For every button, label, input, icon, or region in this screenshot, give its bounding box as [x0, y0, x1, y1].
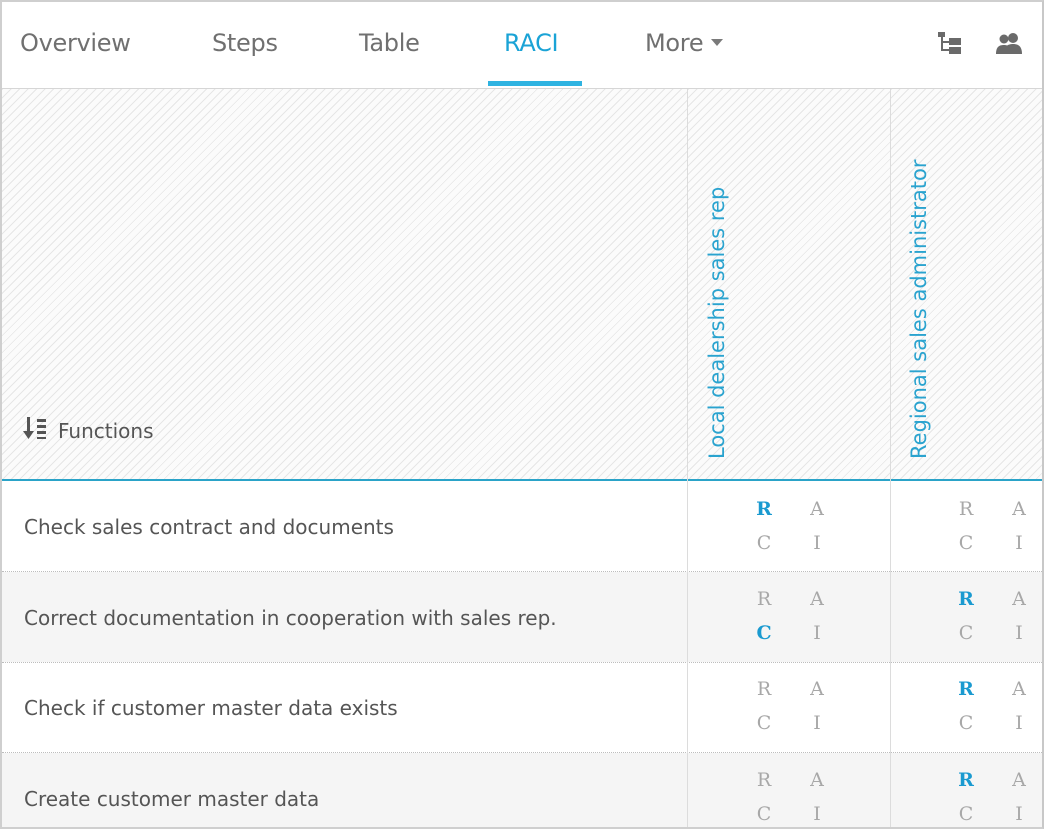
- raci-letter-i[interactable]: I: [1009, 622, 1029, 644]
- table-row[interactable]: Check sales contract and documents: [2, 481, 1042, 571]
- table-row[interactable]: Check if customer master data exists: [2, 663, 1042, 753]
- raci-letter-r[interactable]: R: [754, 588, 774, 610]
- function-label: Check sales contract and documents: [24, 515, 394, 539]
- raci-panel: Overview Steps Table RACI More Functions…: [0, 0, 1044, 829]
- raci-letter-c[interactable]: C: [956, 803, 976, 825]
- raci-letter-a[interactable]: A: [1009, 769, 1029, 791]
- function-label: Correct documentation in cooperation wit…: [24, 606, 557, 630]
- chevron-down-icon: [711, 38, 724, 46]
- raci-letter-i[interactable]: I: [807, 622, 827, 644]
- tab-overview[interactable]: Overview: [20, 28, 131, 58]
- raci-letter-r[interactable]: R: [956, 678, 976, 700]
- raci-letter-i[interactable]: I: [1009, 532, 1029, 554]
- raci-letter-c[interactable]: C: [754, 803, 774, 825]
- hierarchy-icon[interactable]: [937, 30, 963, 56]
- raci-letter-c[interactable]: C: [754, 532, 774, 554]
- raci-letter-a[interactable]: A: [807, 678, 827, 700]
- raci-letter-r[interactable]: R: [754, 498, 774, 520]
- role-header-regional-admin[interactable]: Regional sales administrator: [907, 160, 931, 459]
- function-label: Create customer master data: [24, 787, 320, 811]
- active-tab-indicator: [488, 81, 582, 86]
- raci-letter-i[interactable]: I: [1009, 803, 1029, 825]
- raci-letter-a[interactable]: A: [807, 769, 827, 791]
- raci-letter-i[interactable]: I: [807, 803, 827, 825]
- role-header-local-sales-rep[interactable]: Local dealership sales rep: [705, 187, 729, 459]
- functions-sort-header[interactable]: Functions: [22, 415, 154, 446]
- raci-letter-a[interactable]: A: [807, 588, 827, 610]
- raci-letter-a[interactable]: A: [807, 498, 827, 520]
- raci-letter-c[interactable]: C: [956, 532, 976, 554]
- raci-letter-c[interactable]: C: [754, 622, 774, 644]
- users-icon[interactable]: [995, 30, 1022, 56]
- raci-letter-r[interactable]: R: [956, 588, 976, 610]
- raci-letter-i[interactable]: I: [807, 532, 827, 554]
- tab-raci[interactable]: RACI: [504, 28, 559, 58]
- column-divider: [687, 89, 688, 827]
- raci-letter-r[interactable]: R: [754, 769, 774, 791]
- tab-more[interactable]: More: [645, 28, 724, 58]
- raci-letter-i[interactable]: I: [1009, 712, 1029, 734]
- raci-letter-r[interactable]: R: [956, 769, 976, 791]
- raci-letter-c[interactable]: C: [956, 712, 976, 734]
- raci-letter-i[interactable]: I: [807, 712, 827, 734]
- raci-letter-c[interactable]: C: [754, 712, 774, 734]
- raci-letter-r[interactable]: R: [956, 498, 976, 520]
- function-label: Check if customer master data exists: [24, 696, 398, 720]
- tab-more-label: More: [645, 29, 704, 57]
- tab-bar: Overview Steps Table RACI More: [2, 2, 1042, 89]
- raci-letter-a[interactable]: A: [1009, 678, 1029, 700]
- sort-descending-icon: [22, 415, 48, 446]
- raci-letter-a[interactable]: A: [1009, 498, 1029, 520]
- column-divider: [890, 89, 891, 827]
- raci-letter-c[interactable]: C: [956, 622, 976, 644]
- table-row[interactable]: Correct documentation in cooperation wit…: [2, 572, 1042, 662]
- raci-letter-r[interactable]: R: [754, 678, 774, 700]
- tab-table[interactable]: Table: [359, 28, 420, 58]
- tab-steps[interactable]: Steps: [212, 28, 278, 58]
- functions-header-label: Functions: [58, 418, 154, 443]
- table-row[interactable]: Create customer master data: [2, 753, 1042, 827]
- raci-letter-a[interactable]: A: [1009, 588, 1029, 610]
